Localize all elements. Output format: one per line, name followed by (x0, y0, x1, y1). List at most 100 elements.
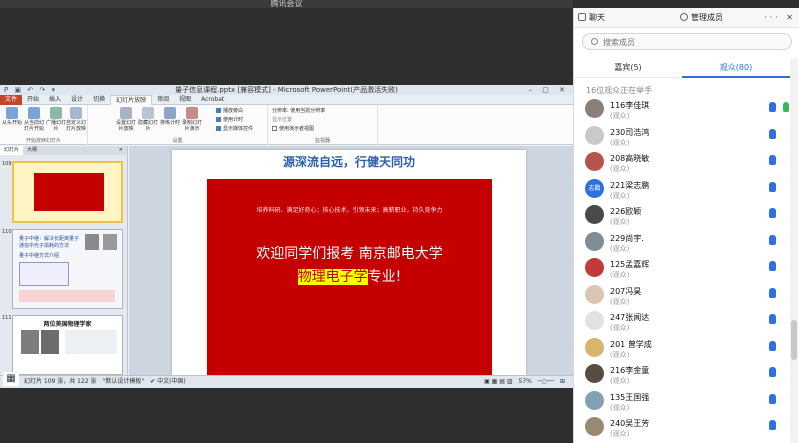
ribbon-tab-design[interactable]: 设计 (66, 95, 88, 105)
member-list-scrollbar[interactable] (790, 58, 798, 443)
ribbon-tab-home[interactable]: 开始 (22, 95, 44, 105)
member-name: 135王国强 (610, 392, 650, 402)
from-beginning-button[interactable]: 从头开始 (2, 107, 22, 126)
slide-title: 源深流自远，行健天同功 (282, 155, 415, 169)
setup-show-button[interactable]: 设置幻灯片放映 (116, 107, 136, 132)
status-left: 幻灯片 109 张，共 122 张 "默认设计模板" ✔ 中文(中国) (24, 378, 186, 385)
ribbon-tab-insert[interactable]: 插入 (44, 95, 66, 105)
raised-hand-icon[interactable] (769, 367, 776, 377)
list-item[interactable]: 240吴王芳 (观众) (574, 416, 790, 442)
list-item[interactable]: 230司浩鸿 (观众) (574, 125, 790, 151)
raised-hand-icon[interactable] (769, 128, 776, 139)
view-buttons-icon[interactable]: ▣ ▦ ▤ ▥ (484, 378, 512, 385)
raised-hand-icon[interactable] (769, 102, 776, 112)
list-item[interactable]: 125孟嘉辉 (观众) (574, 257, 790, 283)
panel-controls-icon[interactable]: ··· ✕ (764, 8, 796, 28)
member-role: (观众) (610, 430, 630, 438)
list-item[interactable]: 135王国强 (观众) (574, 390, 790, 416)
zoom-level[interactable]: 57% (519, 378, 532, 385)
slide-subtitle-text: 培养科研、满足好奇心；核心技术，引领未来；高薪职业，持久竞争力 (256, 207, 443, 214)
search-input[interactable] (603, 35, 783, 49)
show-media-controls-checkbox[interactable]: 显示媒体控件 (216, 126, 253, 133)
member-name: 208高晓敏 (610, 154, 650, 163)
portrait-image (103, 234, 117, 250)
show-on-select[interactable]: 显示位置 (272, 117, 292, 124)
raised-hand-icon[interactable] (769, 314, 776, 324)
ribbon-tab-view[interactable]: 视图 (174, 95, 196, 105)
raised-hand-icon[interactable] (769, 208, 776, 218)
hands-up-notice: 16位观众正在举手 (586, 86, 653, 95)
chat-icon (578, 13, 586, 21)
resolution-select[interactable]: 使用当前分辨率 (290, 108, 325, 114)
fit-icon[interactable]: ⊞ (560, 378, 565, 385)
hide-slide-button[interactable]: 隐藏幻灯片 (138, 107, 158, 132)
ribbon-tab-acrobat[interactable]: Acrobat (196, 95, 229, 105)
avatar (585, 125, 604, 145)
list-item[interactable]: 226欧颖 (观众) (574, 204, 790, 230)
custom-show-icon (70, 107, 82, 119)
close-icon[interactable]: ✕ (115, 146, 127, 155)
raised-hand-icon[interactable] (769, 393, 776, 404)
play-narrations-checkbox[interactable]: 播放旁白 (216, 108, 243, 115)
avatar: 志鹏 (585, 178, 604, 198)
ribbon-tab-slideshow[interactable]: 幻灯片放映 (110, 95, 153, 105)
avatar (585, 284, 604, 304)
custom-show-button[interactable]: 自定义幻灯片放映 (66, 107, 86, 132)
panel-tabs: 聊天 管理成员 ··· ✕ (574, 8, 799, 28)
from-current-button[interactable]: 从当前幻灯片开始 (24, 107, 44, 132)
thumb-number: 111 (2, 315, 12, 321)
current-slide[interactable]: 源深流自远，行健天同功 培养科研、满足好奇心；核心技术，引领未来；高薪职业，持久… (172, 150, 526, 375)
tab-guests[interactable]: 嘉宾(5) (574, 58, 682, 78)
list-item[interactable]: 208高晓敏 (观众) (574, 151, 790, 177)
raised-hand-icon[interactable] (769, 234, 776, 245)
member-name: 216李金童 (610, 366, 650, 375)
zoom-slider[interactable]: ─○── (538, 378, 554, 385)
slide-editing-area: 源深流自远，行健天同功 培养科研、满足好奇心；核心技术，引领未来；高薪职业，持久… (129, 146, 573, 375)
ppt-statusbar: 幻灯片 109 张，共 122 张 "默认设计模板" ✔ 中文(中国) ▣ ▦ … (0, 375, 573, 388)
list-item[interactable]: 志鹏 221梁志鹏 (观众) (574, 178, 790, 204)
rehearse-button[interactable]: 排练计时 (160, 107, 180, 126)
microphone-icon[interactable] (783, 102, 789, 112)
tab-outline[interactable]: 大纲 (23, 146, 41, 155)
list-item[interactable]: 216李金童 (观众) (574, 363, 790, 389)
ribbon: 从头开始 从当前幻灯片开始 广播幻灯片 自定义幻灯片放映 开始放映幻灯片 设置幻… (0, 105, 573, 145)
slide-thumbnail[interactable]: 两位美国物理学家 (12, 315, 123, 375)
checkbox-icon (272, 126, 277, 131)
tab-slides[interactable]: 幻灯片 (0, 146, 24, 155)
slide-red-panel: 培养科研、满足好奇心；核心技术，引领未来；高薪职业，持久竞争力 欢迎同学们报考 … (207, 179, 492, 375)
slide-thumbnails-pane: 幻灯片 大纲 ✕ 109 110 量子中继：解决长距离量子通信中光子损耗的方法 量子… (0, 146, 128, 375)
raised-hand-icon[interactable] (769, 340, 776, 351)
status-right: ▣ ▦ ▤ ▥ 57% ─○── ⊞ (484, 376, 565, 388)
checkmark-icon: ✔ (150, 378, 156, 385)
window-controls-icon[interactable]: – ▢ ✕ (529, 85, 569, 95)
use-timings-checkbox[interactable]: 使用计时 (216, 117, 243, 124)
tab-audience[interactable]: 观众(80) (682, 58, 790, 78)
raised-hand-icon[interactable] (769, 287, 776, 298)
person-icon (680, 13, 688, 21)
ribbon-tab-transitions[interactable]: 切换 (88, 95, 110, 105)
slide-thumbnail[interactable]: 量子中继：解决长距离量子通信中光子损耗的方法 量子中继方式介绍 (12, 229, 123, 309)
ribbon-tab-review[interactable]: 审阅 (152, 95, 174, 105)
presenter-view-checkbox[interactable]: 使用演示者视图 (272, 126, 314, 133)
ribbon-tab-file[interactable]: 文件 (0, 95, 23, 105)
list-item[interactable]: 207冯昊 (观众) (574, 284, 790, 310)
text-box (19, 290, 115, 302)
raised-hand-icon[interactable] (769, 261, 776, 271)
broadcast-button[interactable]: 广播幻灯片 (46, 107, 66, 132)
tab-chat[interactable]: 聊天 (578, 8, 670, 28)
slide-thumbnail[interactable] (12, 161, 123, 223)
tab-members[interactable]: 管理成员 (680, 8, 770, 28)
scrollbar-thumb[interactable] (791, 320, 797, 360)
record-button[interactable]: 录制幻灯片演示 (182, 107, 202, 132)
list-item[interactable]: 247张闻达 (观众) (574, 310, 790, 336)
raised-hand-icon[interactable] (769, 181, 776, 192)
list-item[interactable]: 201 曾学成 (观众) (574, 337, 790, 363)
hide-slide-icon (142, 107, 154, 119)
raised-hand-icon[interactable] (769, 155, 776, 165)
thumbnail-tabs: 幻灯片 大纲 ✕ (0, 146, 127, 155)
list-item[interactable]: 229尚宇. (观众) (574, 231, 790, 257)
grid-view-icon[interactable]: ▦ (3, 372, 19, 386)
raised-hand-icon[interactable] (769, 420, 776, 430)
list-item[interactable]: 116李佳琪 (观众) (574, 98, 790, 124)
member-role: (观众) (610, 191, 630, 200)
